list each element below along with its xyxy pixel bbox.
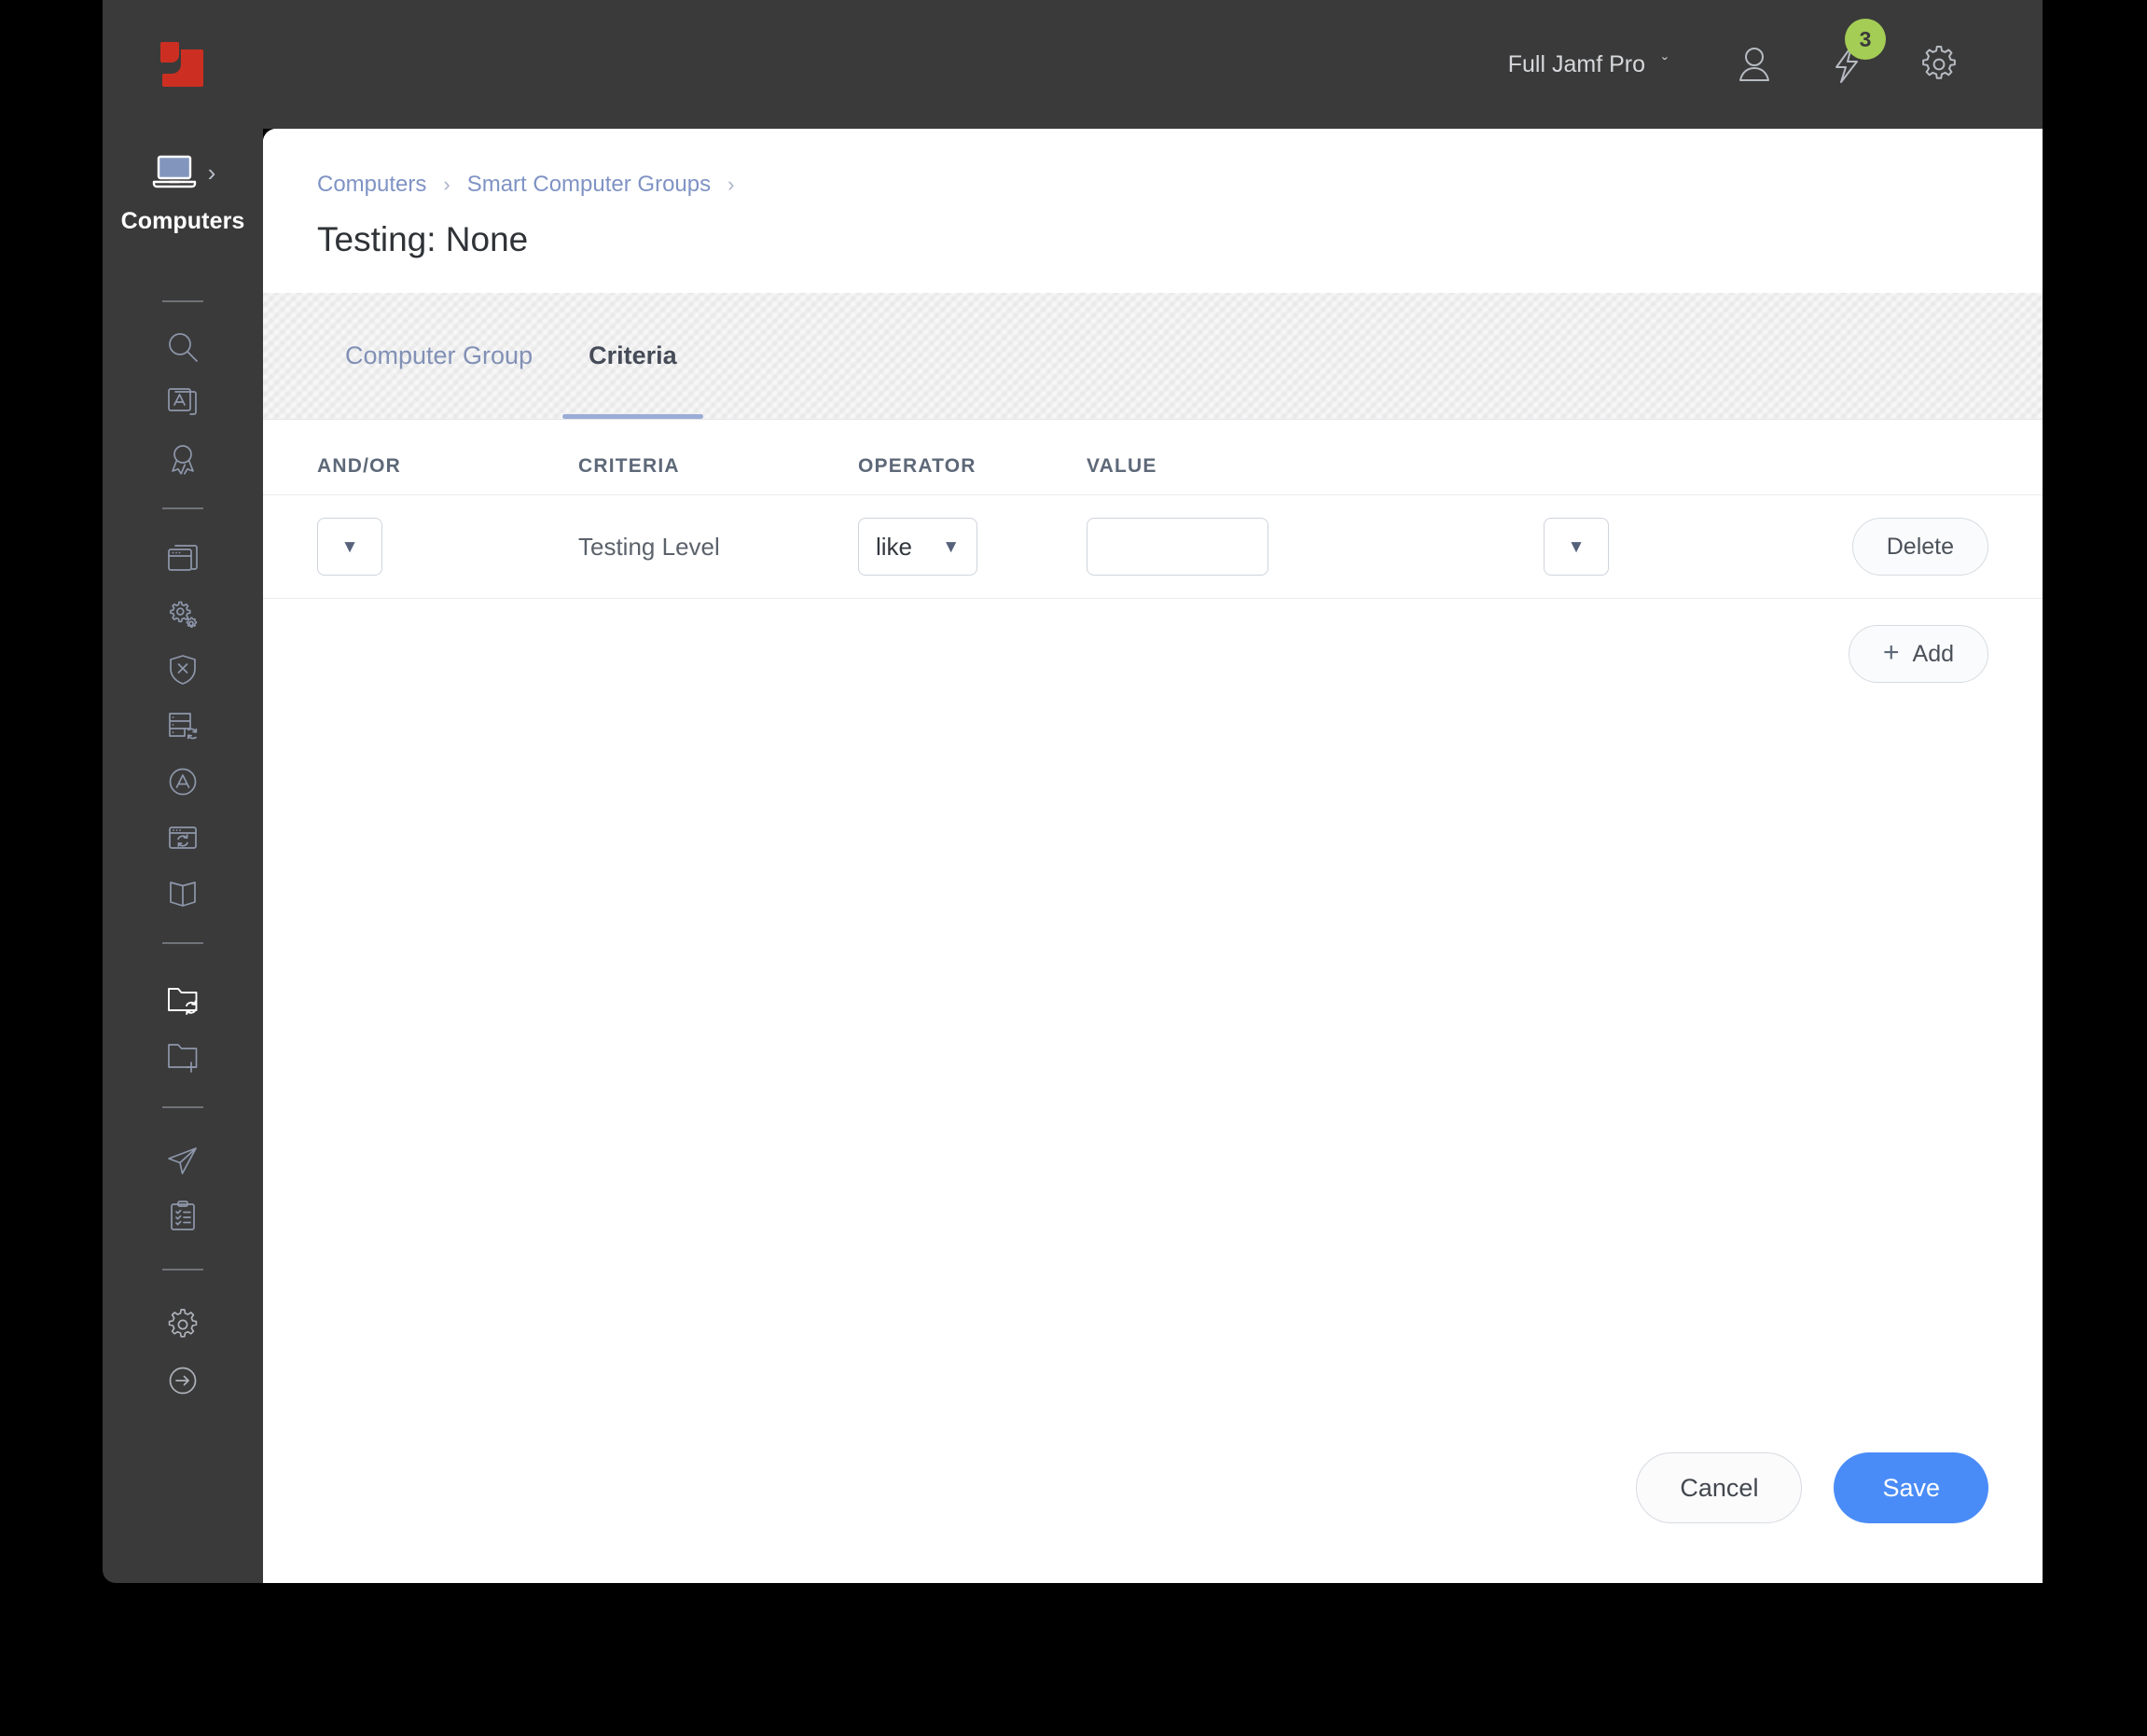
sidebar-item-patch-management[interactable] <box>103 754 263 810</box>
tab-criteria[interactable]: Criteria <box>561 293 705 419</box>
add-row-container: + Add <box>263 599 2043 683</box>
sidebar-divider <box>162 1106 203 1108</box>
sidebar-item-log-flushing[interactable] <box>103 1353 263 1409</box>
jamf-logo[interactable] <box>103 0 263 129</box>
footer-actions: Cancel Save <box>263 1452 2043 1583</box>
ebook-icon <box>164 875 201 912</box>
breadcrumb-item-computers[interactable]: Computers <box>317 172 426 198</box>
sidebar-item-inventory-display[interactable] <box>103 1297 263 1353</box>
clipboard-check-icon <box>164 1198 201 1235</box>
sidebar-item-static-computer-groups[interactable] <box>103 1028 263 1084</box>
delete-button[interactable]: Delete <box>1851 518 1988 576</box>
search-icon <box>164 328 201 366</box>
user-icon <box>1733 43 1776 86</box>
license-badge-icon <box>164 440 201 478</box>
sidebar-item-software-updates[interactable] <box>103 810 263 866</box>
breadcrumb: Computers › Smart Computer Groups › <box>317 172 2043 198</box>
content-panel: Computers › Smart Computer Groups › Test… <box>263 129 2043 1583</box>
app-store-circle-icon <box>164 763 201 800</box>
sidebar-divider <box>162 1269 203 1271</box>
notification-badge: 3 <box>1845 19 1886 60</box>
sidebar-group-5 <box>103 1297 263 1409</box>
tab-bar: Computer Group Criteria <box>263 293 2043 420</box>
shield-x-icon <box>164 651 201 688</box>
left-sidebar: › Computers <box>103 0 263 1583</box>
sidebar-item-search-inventory[interactable] <box>103 319 263 375</box>
tab-computer-group[interactable]: Computer Group <box>317 293 561 419</box>
folder-plus-icon <box>164 1037 201 1075</box>
chevron-down-icon: ˇ <box>1662 54 1668 74</box>
sidebar-group-3 <box>103 972 263 1084</box>
plus-icon: + <box>1882 637 1900 668</box>
packages-window-icon <box>164 539 201 576</box>
criteria-name: Testing Level <box>578 532 720 561</box>
settings-button[interactable] <box>1918 43 1960 86</box>
sidebar-item-mac-app-store-apps[interactable] <box>103 698 263 754</box>
sidebar-context-computers[interactable]: › Computers <box>103 129 263 235</box>
chevron-right-icon: › <box>727 173 735 196</box>
operator-value: like <box>876 532 913 561</box>
chevron-right-icon: › <box>207 158 216 187</box>
notifications-button[interactable]: 3 <box>1828 19 1886 86</box>
account-switcher[interactable]: Full Jamf Pro ˇ <box>1508 51 1668 78</box>
page-header: Computers › Smart Computer Groups › Test… <box>263 129 2043 293</box>
chevron-down-icon: ▼ <box>1567 536 1586 557</box>
jamf-logo-glyph <box>160 42 203 87</box>
sidebar-item-ebooks[interactable] <box>103 866 263 922</box>
folder-sync-icon <box>164 981 201 1019</box>
sidebar-divider <box>162 507 203 509</box>
breadcrumb-item-smart-computer-groups[interactable]: Smart Computer Groups <box>467 172 711 198</box>
add-button-label: Add <box>1912 640 1954 667</box>
gear-icon <box>1918 43 1960 86</box>
sidebar-item-smart-computer-groups[interactable] <box>103 972 263 1028</box>
chevron-down-icon: ▼ <box>340 536 359 557</box>
sidebar-divider <box>162 300 203 302</box>
column-header-value: VALUE <box>1087 455 1157 477</box>
top-bar: Full Jamf Pro ˇ 3 <box>263 0 2043 129</box>
column-header-andor: AND/OR <box>317 455 402 477</box>
andor-select[interactable]: ▼ <box>317 518 382 576</box>
save-button[interactable]: Save <box>1834 1452 1988 1523</box>
sidebar-divider <box>162 942 203 944</box>
sidebar-item-search-volume-content[interactable] <box>103 375 263 431</box>
column-header-criteria: CRITERIA <box>578 455 680 477</box>
value-input[interactable] <box>1087 518 1268 576</box>
user-account-button[interactable] <box>1733 43 1776 86</box>
account-label: Full Jamf Pro <box>1507 50 1645 77</box>
parenthesis-select[interactable]: ▼ <box>1544 518 1609 576</box>
sidebar-item-restricted-software[interactable] <box>103 642 263 698</box>
sidebar-item-configuration-profiles[interactable] <box>103 586 263 642</box>
chevron-down-icon: ▼ <box>942 536 960 557</box>
page-title: Testing: None <box>317 220 529 258</box>
apps-stack-icon <box>164 384 201 422</box>
right-region: Full Jamf Pro ˇ 3 Computers › Smart Comp… <box>263 0 2043 1583</box>
operator-select[interactable]: like ▼ <box>858 518 977 576</box>
column-header-operator: OPERATOR <box>858 455 977 477</box>
sidebar-item-enrollment-invitations[interactable] <box>103 1132 263 1188</box>
server-sync-icon <box>164 707 201 744</box>
arrow-circle-icon <box>164 1362 201 1399</box>
sidebar-item-licensed-software[interactable] <box>103 431 263 487</box>
sidebar-context-label: Computers <box>120 208 245 234</box>
sidebar-group-4 <box>103 1132 263 1244</box>
criteria-table-header: AND/OR CRITERIA OPERATOR VALUE <box>263 420 2043 495</box>
gear-icon <box>164 1306 201 1343</box>
sidebar-item-prestage-enrollments[interactable] <box>103 1188 263 1244</box>
sidebar-group-1 <box>103 319 263 487</box>
laptop-icon <box>150 153 199 195</box>
window-sync-icon <box>164 819 201 856</box>
sidebar-group-2 <box>103 530 263 922</box>
sidebar-item-policies[interactable] <box>103 530 263 586</box>
topbar-icon-group: 3 <box>1733 19 1960 86</box>
cancel-button[interactable]: Cancel <box>1636 1452 1803 1523</box>
add-button[interactable]: + Add <box>1848 625 1988 683</box>
send-icon <box>164 1142 201 1179</box>
jamf-pro-window: › Computers Full Jamf Pro ˇ 3 Computers … <box>103 0 2043 1583</box>
gears-icon <box>164 595 201 632</box>
table-row: ▼ Testing Level like ▼ ▼ Delete <box>263 495 2043 599</box>
criteria-section: AND/OR CRITERIA OPERATOR VALUE ▼ Testing… <box>263 420 2043 1583</box>
chevron-right-icon: › <box>443 173 450 196</box>
